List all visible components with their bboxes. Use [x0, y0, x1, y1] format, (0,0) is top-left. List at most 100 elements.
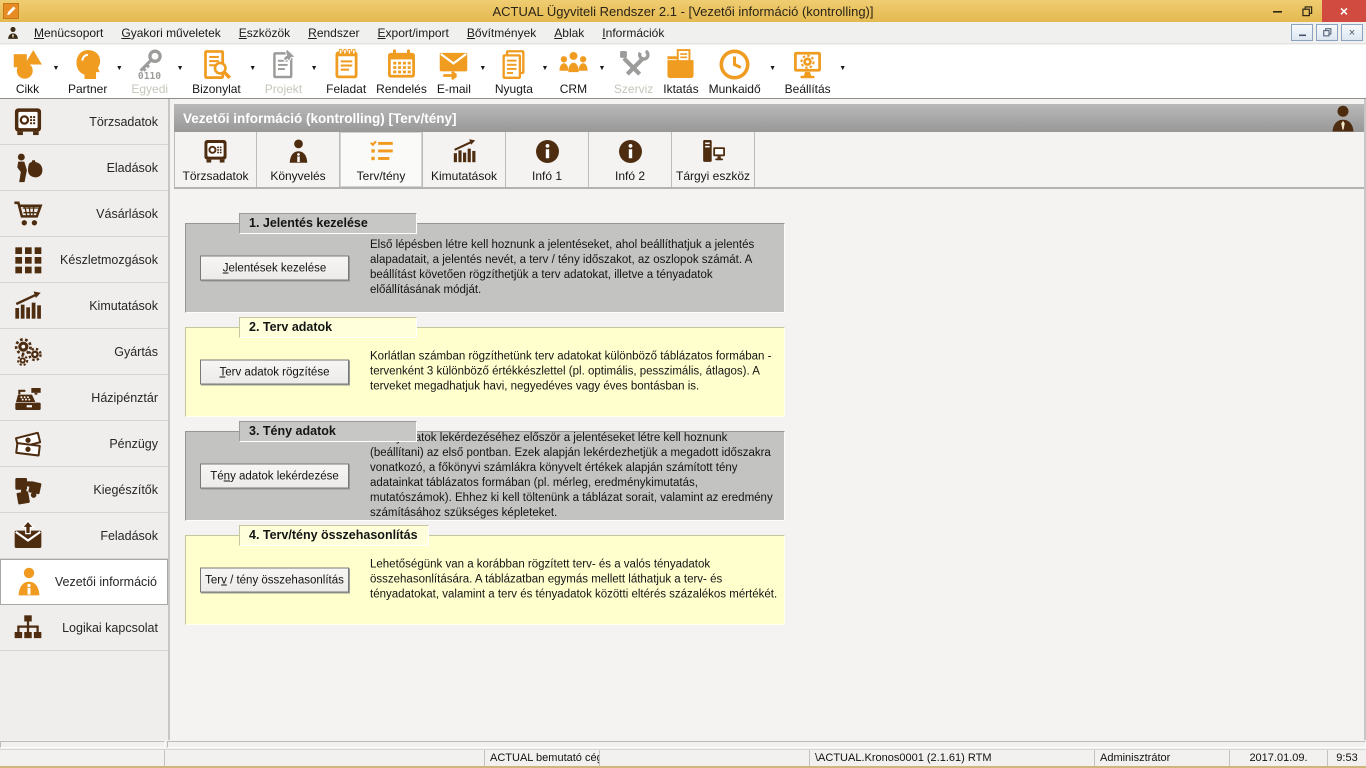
envelope-up-icon — [12, 520, 44, 552]
key-0110-icon — [133, 48, 166, 81]
status-date: 2017.01.09. — [1230, 750, 1328, 766]
page-title: Vezetői információ (kontrolling) [Terv/t… — [183, 111, 457, 126]
toolbar-button-beallitas[interactable]: Beállítás — [780, 48, 836, 96]
tab-terv-teny[interactable]: Terv/tény — [340, 132, 423, 187]
page-title-bar: Vezetői információ (kontrolling) [Terv/t… — [174, 104, 1364, 132]
sidebar-item-penzugy[interactable]: Pénzügy — [0, 421, 168, 467]
child-restore-button[interactable] — [1316, 24, 1338, 41]
dropdown-arrow[interactable]: ▼ — [173, 48, 187, 96]
application-window: ACTUAL Ügyviteli Rendszer 2.1 - [Vezetői… — [0, 0, 1366, 768]
section-title: 3. Tény adatok — [239, 421, 417, 442]
notepad-icon — [330, 48, 363, 81]
shopping-cart-icon — [12, 198, 44, 230]
toolbar-button-feladat[interactable]: Feladat — [321, 48, 371, 96]
toolbar-button-cikk[interactable]: Cikk — [6, 48, 49, 96]
menu-item-ablak[interactable]: Ablak — [545, 23, 593, 43]
tab-kimutatasok[interactable]: Kimutatások — [423, 132, 506, 187]
toolbar-button-rendeles[interactable]: Rendelés — [371, 48, 432, 96]
bottom-strip — [0, 740, 1366, 749]
dropdown-arrow[interactable]: ▼ — [307, 48, 321, 96]
dropdown-arrow[interactable]: ▼ — [766, 48, 780, 96]
toolbar: Cikk▼ Partner▼ Egyedi▼ Bizonylat▼ Projek… — [0, 45, 1366, 99]
sidebar-item-vasarlasok[interactable]: Vásárlások — [0, 191, 168, 237]
sidebar-item-vezetoi-informacio[interactable]: Vezetői információ — [0, 559, 168, 605]
teny-adatok-lekerdezese-button[interactable]: Tény adatok lekérdezése — [200, 464, 349, 489]
status-user: Adminisztrátor — [1095, 750, 1230, 766]
clipboard-pin-icon — [267, 48, 300, 81]
menu-item-informaciok[interactable]: Információk — [593, 23, 673, 43]
dropdown-arrow[interactable]: ▼ — [49, 48, 63, 96]
tab-konyveles[interactable]: Könyvelés — [257, 132, 340, 187]
minimize-button[interactable] — [1262, 0, 1292, 22]
sidebar-item-torzsadatok[interactable]: Törzsadatok — [0, 99, 168, 145]
dropdown-arrow[interactable]: ▼ — [476, 48, 490, 96]
title-bar: ACTUAL Ügyviteli Rendszer 2.1 - [Vezetői… — [0, 0, 1366, 22]
toolbar-button-bizonylat[interactable]: Bizonylat — [187, 48, 246, 96]
section-teny-adatok: 3. Tény adatok Tény adatok lekérdezése A… — [185, 431, 785, 521]
sidebar-item-keszletmozgasok[interactable]: Készletmozgások — [0, 237, 168, 283]
seller-bag-icon — [12, 152, 44, 184]
receipt-stack-icon — [497, 48, 530, 81]
menu-item-bovitmenyek[interactable]: Bővítmények — [458, 23, 545, 43]
section-title: 4. Terv/tény összehasonlítás — [239, 525, 429, 546]
status-cell-empty — [600, 750, 810, 766]
info-icon — [534, 138, 561, 165]
status-time: 9:53 — [1328, 750, 1366, 766]
toolbar-button-egyedi: Egyedi — [126, 48, 173, 96]
menu-item-gyakori-muveletek[interactable]: Gyakori műveletek — [112, 23, 229, 43]
dropdown-arrow[interactable]: ▼ — [836, 48, 850, 96]
tab-torzsadatok[interactable]: Törzsadatok — [174, 132, 257, 187]
dropdown-arrow[interactable]: ▼ — [595, 48, 609, 96]
safe-icon — [202, 138, 229, 165]
dropdown-arrow[interactable]: ▼ — [112, 48, 126, 96]
bar-chart-icon — [451, 138, 478, 165]
tools-icon — [617, 48, 650, 81]
toolbar-button-szerviz: Szerviz — [609, 48, 658, 96]
tab-info-2[interactable]: Infó 2 — [589, 132, 672, 187]
sidebar-item-kimutatasok[interactable]: Kimutatások — [0, 283, 168, 329]
sidebar-item-logikai-kapcsolat[interactable]: Logikai kapcsolat — [0, 605, 168, 651]
toolbar-button-iktatas[interactable]: Iktatás — [658, 48, 703, 96]
bar-chart-icon — [12, 290, 44, 322]
tab-info-1[interactable]: Infó 1 — [506, 132, 589, 187]
puzzle-icon — [12, 474, 44, 506]
sections: 1. Jelentés kezelése Jelentések kezelése… — [170, 189, 1364, 625]
toolbar-button-nyugta[interactable]: Nyugta — [490, 48, 538, 96]
shapes-icon — [11, 48, 44, 81]
close-button[interactable]: × — [1322, 0, 1366, 22]
status-cell-empty — [165, 750, 485, 766]
dropdown-arrow[interactable]: ▼ — [538, 48, 552, 96]
sidebar-item-hazipenztar[interactable]: Házipénztár — [0, 375, 168, 421]
jelentesek-kezelese-button[interactable]: Jelentések kezelése — [200, 256, 349, 281]
sidebar-item-kiegeszitok[interactable]: Kiegészítők — [0, 467, 168, 513]
folder-document-icon — [664, 48, 697, 81]
sidebar-item-feladasok[interactable]: Feladások — [0, 513, 168, 559]
terv-adatok-rogzitese-button[interactable]: Terv adatok rögzítése — [200, 360, 349, 385]
menu-item-rendszer[interactable]: Rendszer — [299, 23, 368, 43]
restore-button[interactable] — [1292, 0, 1322, 22]
person-tie-icon — [1328, 104, 1358, 134]
status-cell-empty — [0, 750, 165, 766]
toolbar-button-munkaido[interactable]: Munkaidő — [704, 48, 766, 96]
toolbar-button-projekt: Projekt — [260, 48, 307, 96]
tab-targyi-eszkoz[interactable]: Tárgyi eszköz — [672, 132, 755, 187]
menu-item-menucsoport[interactable]: Menücsoport — [25, 23, 112, 43]
sidebar: Törzsadatok Eladások Vásárlások Készletm… — [0, 99, 170, 740]
dropdown-arrow[interactable]: ▼ — [246, 48, 260, 96]
section-description: A tényadatok lekérdezéséhez először a je… — [370, 431, 778, 521]
sidebar-item-eladasok[interactable]: Eladások — [0, 145, 168, 191]
child-close-button[interactable]: × — [1341, 24, 1363, 41]
clock-icon — [718, 48, 751, 81]
child-minimize-button[interactable] — [1291, 24, 1313, 41]
envelope-arrow-icon — [437, 48, 470, 81]
hierarchy-icon — [12, 612, 44, 644]
menu-item-eszkozok[interactable]: Eszközök — [230, 23, 299, 43]
toolbar-button-partner[interactable]: Partner — [63, 48, 112, 96]
terv-teny-osszehasonlitas-button[interactable]: Terv / tény összehasonlítás — [200, 568, 349, 593]
toolbar-button-crm[interactable]: CRM — [552, 48, 595, 96]
sidebar-item-gyartas[interactable]: Gyártás — [0, 329, 168, 375]
menu-item-export-import[interactable]: Export/import — [369, 23, 458, 43]
section-description: Lehetőségünk van a korábban rögzített te… — [370, 558, 778, 603]
toolbar-button-email[interactable]: E-mail — [432, 48, 476, 96]
section-description: Első lépésben létre kell hoznunk a jelen… — [370, 238, 778, 298]
